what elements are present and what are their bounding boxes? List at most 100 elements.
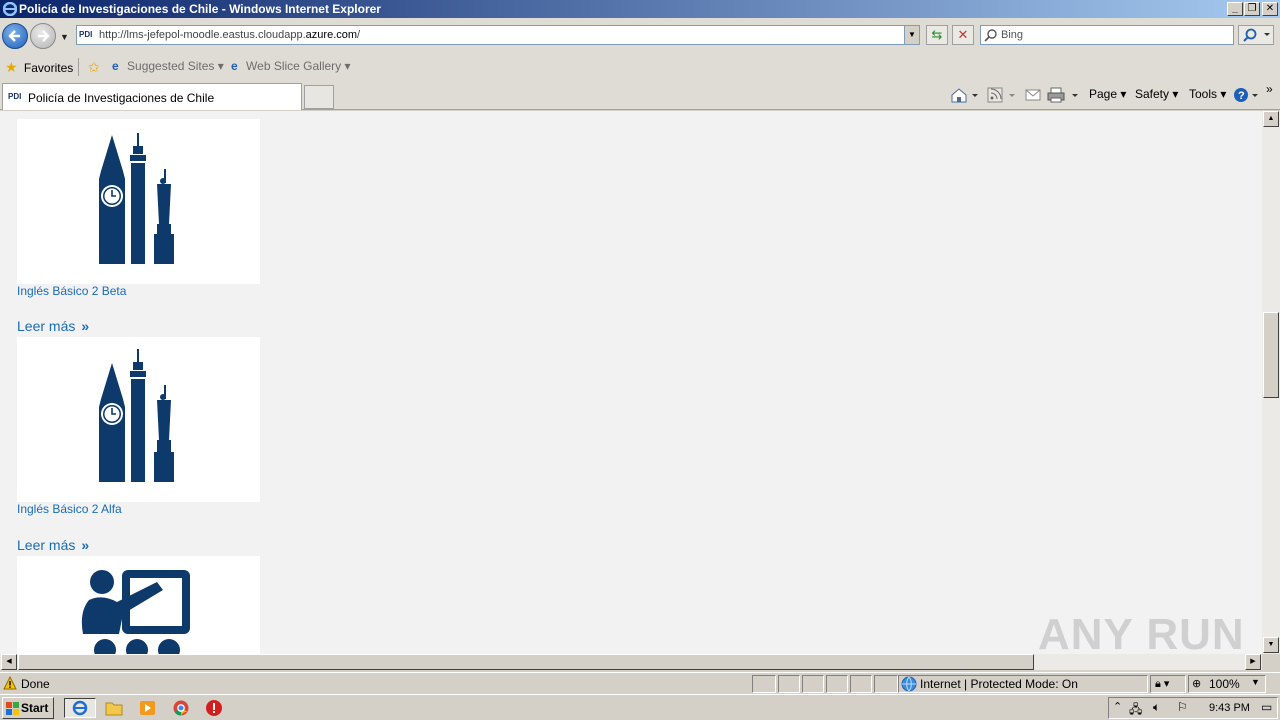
- zoom-dropdown-icon: ▼: [1251, 677, 1260, 687]
- status-pane: [752, 675, 776, 693]
- landmarks-icon: [99, 349, 174, 482]
- ie-logo-icon: [3, 2, 17, 16]
- scrollbar-corner: [1262, 654, 1280, 670]
- system-tray: ⌃ 🖧︎ 🔈︎ ⚐ 9:43 PM ▭: [1108, 697, 1278, 719]
- status-bar: Done Internet | Protected Mode: On 🔒︎ ▾ …: [0, 672, 1280, 694]
- favorites-star-icon: ★: [5, 59, 18, 75]
- chrome-icon[interactable]: [170, 698, 194, 718]
- back-button[interactable]: [2, 23, 28, 49]
- antivirus-stop-icon[interactable]: [204, 698, 228, 718]
- page-content: Inglés Básico 2 Beta Leer más» Inglés Bá…: [0, 111, 1262, 654]
- stop-button[interactable]: ✕: [952, 25, 974, 45]
- read-more-link[interactable]: Leer más»: [17, 537, 89, 553]
- scroll-up-icon[interactable]: ▲: [1263, 111, 1279, 127]
- tab-favicon: PDI: [8, 92, 22, 101]
- tab-current[interactable]: PDI Policía de Investigaciones de Chile: [2, 83, 302, 110]
- search-button[interactable]: [1238, 25, 1274, 45]
- network-icon[interactable]: 🖧︎: [1129, 700, 1142, 720]
- page-menu[interactable]: Page ▾: [1089, 87, 1126, 101]
- scroll-left-icon[interactable]: ◀: [1, 654, 17, 670]
- add-favorite-icon: ✩: [88, 59, 100, 75]
- chevron-more-icon[interactable]: »: [1266, 82, 1273, 96]
- tab-title: Policía de Investigaciones de Chile: [28, 91, 215, 105]
- status-pane: [874, 675, 898, 693]
- favorites-divider: [78, 58, 79, 76]
- add-favorite-button[interactable]: ✩: [88, 59, 100, 76]
- suggested-sites-link[interactable]: e Suggested Sites ▾: [112, 59, 224, 73]
- address-toolbar: ▼ PDI http://lms-jefepol-moodle.eastus.c…: [0, 18, 1280, 54]
- favorites-button[interactable]: ★ Favorites: [5, 59, 73, 76]
- action-center-flag-icon[interactable]: ⚐: [1177, 700, 1188, 714]
- address-dropdown[interactable]: ▼: [904, 26, 919, 44]
- tab-bar: PDI Policía de Investigaciones de Chile …: [0, 80, 1280, 110]
- protected-mode-pane[interactable]: 🔒︎ ▾: [1150, 675, 1186, 693]
- zoom-level: 100%: [1209, 677, 1240, 691]
- media-player-icon[interactable]: [136, 698, 160, 718]
- help-icon[interactable]: ?: [1233, 87, 1261, 106]
- search-input[interactable]: Bing: [980, 25, 1234, 45]
- lock-icon: 🔒︎ ▾: [1155, 678, 1170, 690]
- course-image[interactable]: [17, 337, 260, 502]
- horizontal-scroll-thumb[interactable]: [18, 654, 1034, 670]
- course-title-link[interactable]: Inglés Básico 2 Alfa: [17, 502, 122, 516]
- status-pane: [826, 675, 848, 693]
- refresh-button[interactable]: ⇆: [926, 25, 948, 45]
- globe-icon: [901, 676, 917, 692]
- volume-icon[interactable]: 🔈︎: [1153, 700, 1160, 715]
- ie-page-icon: e: [112, 59, 119, 73]
- start-button[interactable]: Start: [2, 697, 54, 719]
- forward-button[interactable]: [30, 23, 56, 49]
- favorites-bar: ★ Favorites ✩ e Suggested Sites ▾ e Web …: [0, 54, 1280, 80]
- window-titlebar: Policía de Investigaciones de Chile - Wi…: [0, 0, 1280, 18]
- address-bar[interactable]: PDI http://lms-jefepol-moodle.eastus.clo…: [76, 25, 920, 45]
- taskbar-ie-button[interactable]: [64, 698, 96, 718]
- safety-menu[interactable]: Safety ▾: [1135, 87, 1178, 101]
- vertical-scroll-thumb[interactable]: [1263, 312, 1279, 398]
- status-pane: [802, 675, 824, 693]
- svg-text:?: ?: [1238, 90, 1245, 102]
- double-chevron-icon: »: [81, 537, 89, 553]
- teacher-board-icon: [81, 570, 190, 654]
- ie-page-icon: e: [231, 59, 238, 73]
- zoom-icon: ⊕: [1192, 678, 1202, 690]
- scroll-down-icon[interactable]: ▼: [1263, 637, 1279, 653]
- forward-arrow-icon: [38, 30, 50, 42]
- warning-icon: [3, 676, 17, 690]
- search-go-icon: [1243, 28, 1270, 42]
- search-icon: [984, 29, 997, 42]
- vertical-scrollbar[interactable]: ▲ ▼: [1262, 111, 1280, 654]
- scroll-right-icon[interactable]: ▶: [1245, 654, 1261, 670]
- read-more-link[interactable]: Leer más»: [17, 318, 89, 334]
- course-image[interactable]: [17, 119, 260, 284]
- feeds-icon[interactable]: [987, 87, 1015, 106]
- tools-menu[interactable]: Tools ▾: [1189, 87, 1226, 101]
- security-zone-text: Internet | Protected Mode: On: [920, 677, 1078, 691]
- ie-icon: [72, 700, 88, 716]
- url-text[interactable]: http://lms-jefepol-moodle.eastus.cloudap…: [99, 29, 360, 41]
- home-icon[interactable]: [950, 87, 978, 106]
- print-icon[interactable]: [1047, 87, 1081, 106]
- windows-flag-icon: [6, 702, 19, 715]
- restore-button[interactable]: ❐: [1244, 2, 1260, 16]
- window-title: Policía de Investigaciones de Chile - Wi…: [19, 2, 381, 16]
- status-pane: [778, 675, 800, 693]
- landmarks-icon: [99, 133, 174, 264]
- recent-pages-dropdown[interactable]: ▼: [60, 32, 69, 42]
- back-arrow-icon: [8, 30, 20, 42]
- explorer-folder-icon[interactable]: [102, 698, 126, 718]
- site-favicon: PDI: [79, 30, 93, 39]
- double-chevron-icon: »: [81, 318, 89, 334]
- mail-icon[interactable]: [1025, 87, 1043, 106]
- course-image[interactable]: [17, 556, 260, 654]
- clock[interactable]: 9:43 PM: [1209, 702, 1250, 714]
- show-desktop-icon[interactable]: ▭: [1261, 700, 1272, 714]
- course-title-link[interactable]: Inglés Básico 2 Beta: [17, 284, 126, 298]
- minimize-button[interactable]: _: [1227, 2, 1243, 16]
- new-tab-button[interactable]: [304, 85, 334, 109]
- anyrun-watermark: ANY RUN: [1038, 610, 1245, 659]
- tray-expand-icon[interactable]: ⌃: [1113, 700, 1122, 713]
- status-pane: [850, 675, 872, 693]
- close-button[interactable]: ✕: [1262, 2, 1278, 16]
- web-slice-gallery-link[interactable]: e Web Slice Gallery ▾: [231, 59, 351, 73]
- taskbar: Start ⌃ 🖧︎ 🔈︎ ⚐ 9:43 PM ▭: [0, 694, 1280, 720]
